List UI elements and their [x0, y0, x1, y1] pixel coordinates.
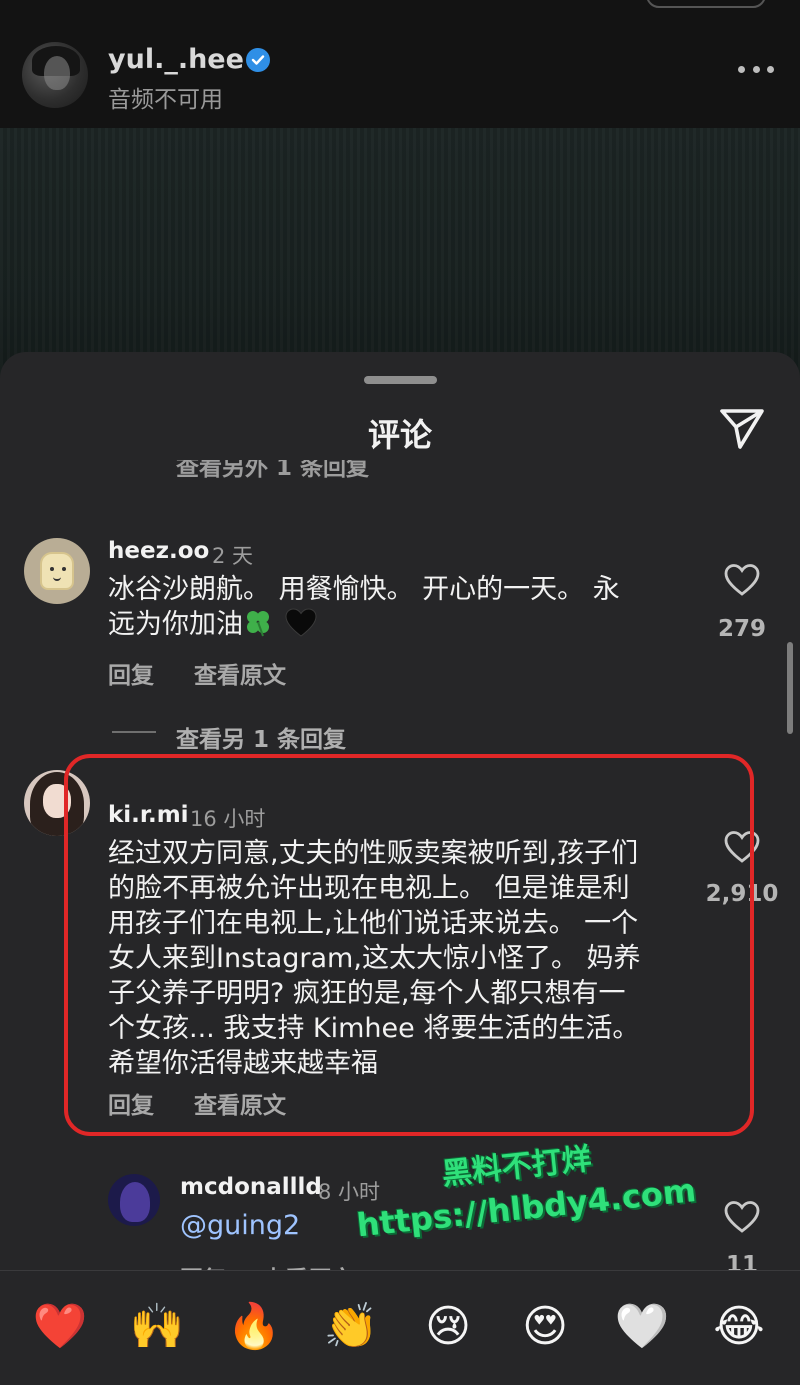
- reply-button[interactable]: 回复: [108, 656, 154, 690]
- author-avatar[interactable]: [22, 42, 88, 108]
- like-count: 279: [717, 616, 766, 642]
- sheet-title: 评论: [367, 416, 432, 454]
- comment-text-content: 冰谷沙朗航。 用餐愉快。 开心的一天。 永 远为你加油: [108, 574, 620, 640]
- top-pill-button[interactable]: [646, 0, 766, 8]
- comment-username[interactable]: heez.oo: [108, 538, 209, 564]
- drag-handle[interactable]: [364, 376, 437, 384]
- reel-header: yul._.hee 音频不可用: [0, 0, 800, 128]
- white-heart-emoji-button[interactable]: 🤍: [612, 1297, 672, 1357]
- highlight-annotation-box: [64, 754, 754, 1136]
- heart-eyes-emoji-button[interactable]: 😍: [515, 1297, 575, 1357]
- fire-emoji-button[interactable]: 🔥: [224, 1297, 284, 1357]
- comment-text: 冰谷沙朗航。 用餐愉快。 开心的一天。 永 远为你加油: [108, 572, 688, 642]
- reel-video[interactable]: [0, 128, 800, 388]
- replies-divider: [112, 731, 156, 733]
- clapping-hands-emoji-button[interactable]: 👏: [321, 1297, 381, 1357]
- red-heart-emoji-button[interactable]: ❤️: [30, 1297, 90, 1357]
- author-username[interactable]: yul._.hee: [108, 44, 244, 75]
- black-heart-icon: [285, 608, 317, 637]
- watermark: 黑料不打烊 https://hlbdy4.com: [340, 1118, 749, 1269]
- view-original-button[interactable]: 查看原文: [194, 656, 286, 690]
- tears-of-joy-emoji-button[interactable]: 😂: [709, 1297, 769, 1357]
- verified-badge-icon: [246, 48, 270, 72]
- view-replies-button[interactable]: 查看另 1 条回复: [176, 720, 346, 754]
- four-leaf-clover-icon: [247, 611, 269, 637]
- crying-face-emoji-button[interactable]: 😢: [418, 1297, 478, 1357]
- commenter-avatar[interactable]: [108, 1174, 160, 1226]
- like-heart-icon[interactable]: [724, 563, 760, 597]
- bread-emoji-avatar: [40, 552, 74, 590]
- comment-username[interactable]: mcdonallld: [180, 1174, 322, 1200]
- scrollbar[interactable]: [787, 642, 793, 734]
- audio-status: 音频不可用: [108, 87, 223, 113]
- emoji-reaction-bar: ❤️ 🙌 🔥 👏 😢 😍 🤍 😂: [0, 1270, 800, 1385]
- send-icon[interactable]: [716, 404, 768, 452]
- view-replies-cut: 查看另外 1 条回复: [176, 460, 370, 480]
- mention-link[interactable]: @guing2: [180, 1210, 300, 1241]
- comment-text: @guing2: [180, 1208, 300, 1243]
- commenter-avatar[interactable]: [24, 538, 90, 604]
- comment-time: 2 天: [212, 544, 254, 568]
- avatar-face: [44, 56, 70, 90]
- comments-sheet: 评论 查看另外 1 条回复 heez.oo 2 天 冰谷沙朗航。 用餐愉快。 开…: [0, 352, 800, 1385]
- avatar-figure: [120, 1182, 150, 1222]
- raising-hands-emoji-button[interactable]: 🙌: [127, 1297, 187, 1357]
- more-options-icon[interactable]: [738, 66, 774, 78]
